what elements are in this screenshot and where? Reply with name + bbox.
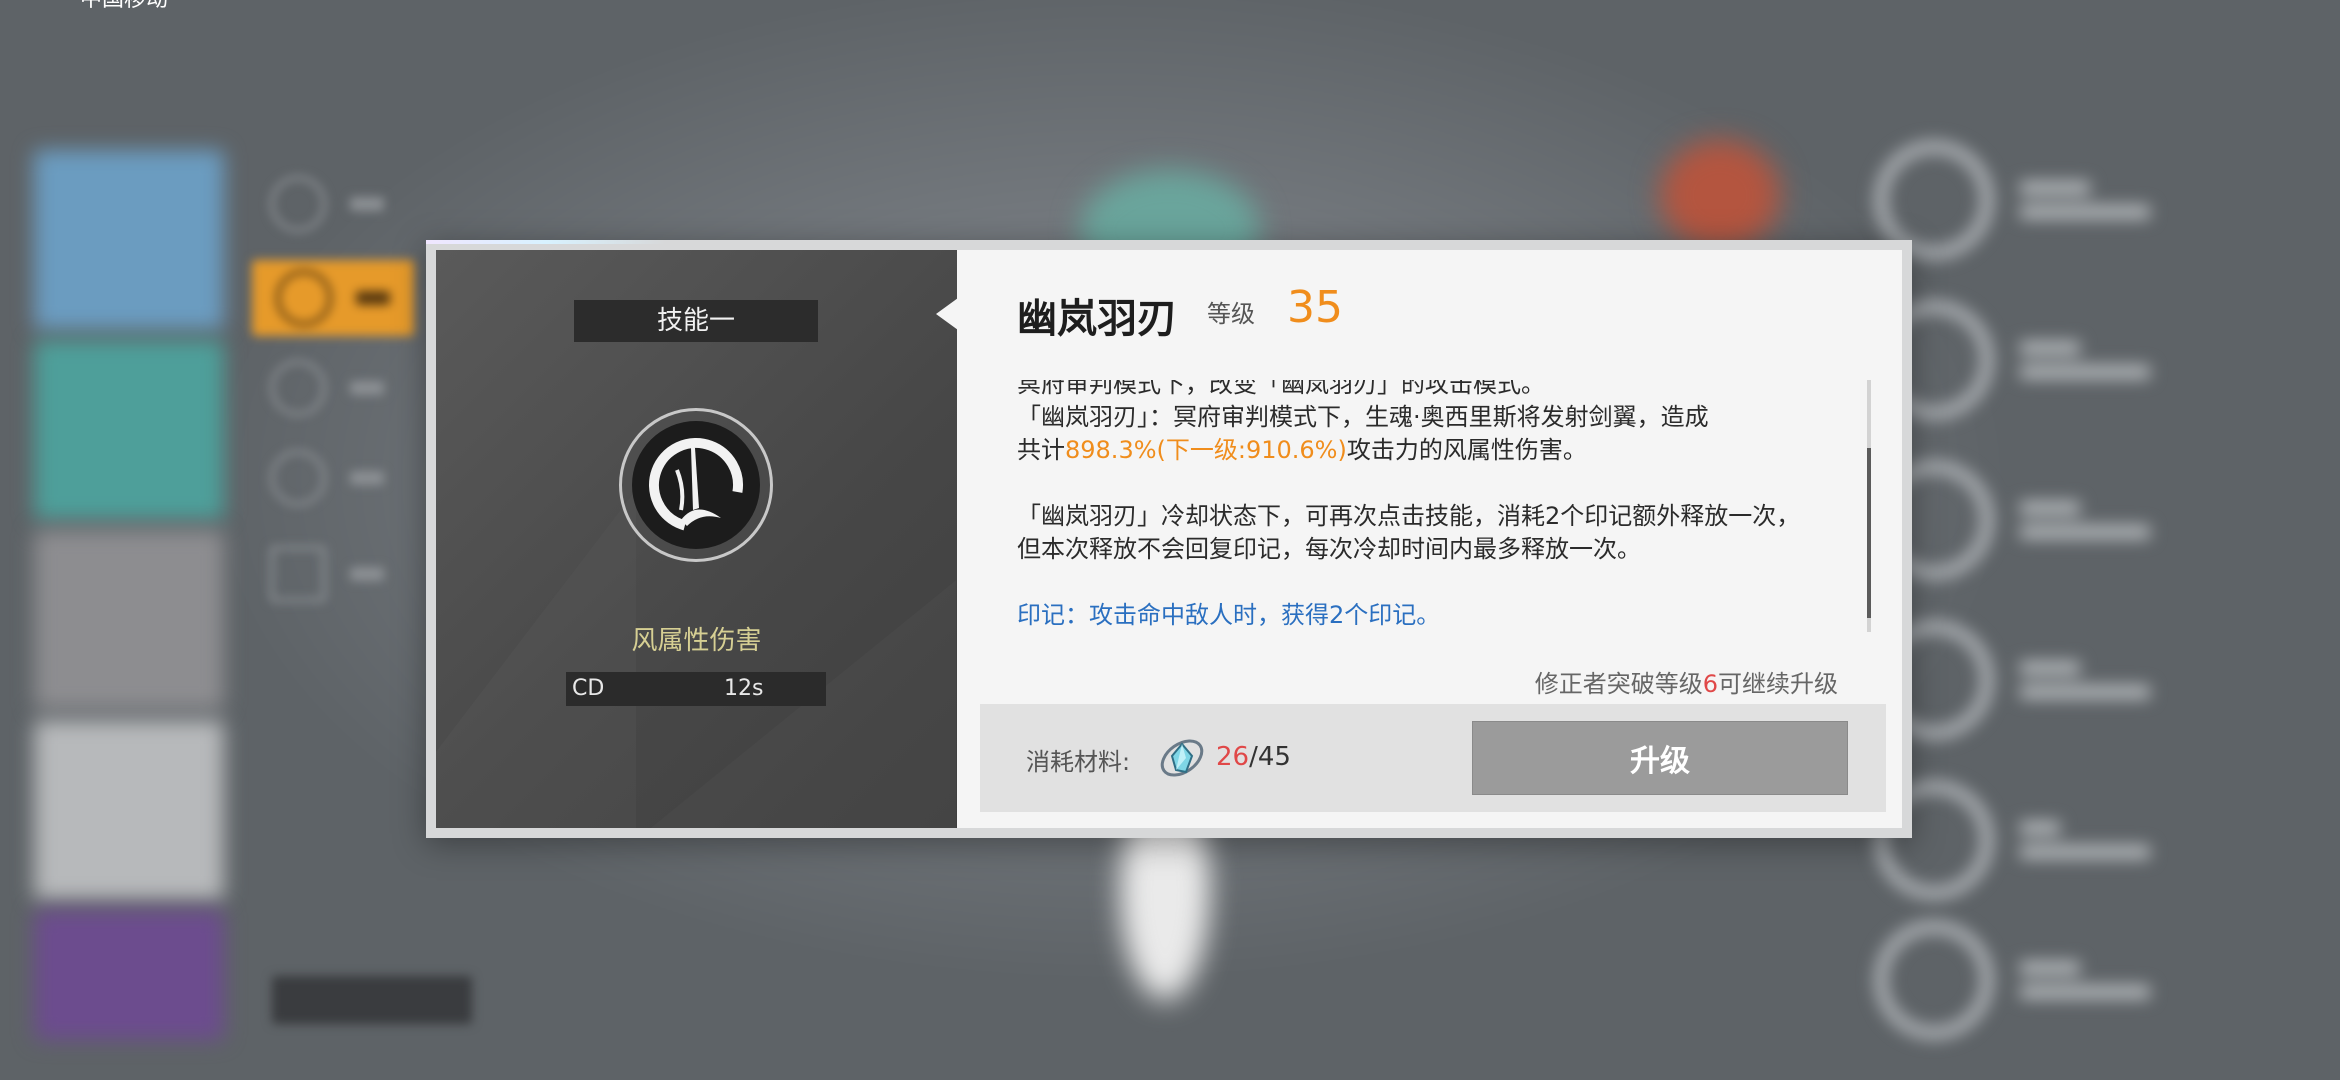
wing-blade-icon <box>649 438 743 532</box>
description-line: 共计898.3%(下一级:910.6%)攻击力的风属性伤害。 <box>1017 434 1807 467</box>
skill-detail-panel: 幽岚羽刃 等级 35 冥府审判模式下，改变「幽岚羽刃」的攻击模式。 「幽岚羽刃」… <box>957 250 1902 828</box>
damage-multiplier: 898.3%(下一级:910.6%) <box>1065 436 1347 464</box>
character-portrait[interactable] <box>34 150 224 330</box>
skill-description[interactable]: 冥府审判模式下，改变「幽岚羽刃」的攻击模式。 「幽岚羽刃」：冥府审判模式下，生魂… <box>1017 380 1807 662</box>
level-label: 等级 <box>1207 300 1255 328</box>
description-line: 冥府审判模式下，改变「幽岚羽刃」的攻击模式。 <box>1017 380 1545 398</box>
character-portrait[interactable] <box>34 720 224 900</box>
back-button-bg[interactable] <box>272 976 472 1024</box>
material-label: 消耗材料: <box>1026 748 1131 776</box>
description-scrollbar[interactable] <box>1867 380 1871 632</box>
requirement-text: 可继续升级 <box>1718 670 1838 698</box>
material-owned: 26 <box>1216 742 1250 772</box>
skill-slot[interactable] <box>1874 300 2150 420</box>
material-crystal-icon[interactable] <box>1156 732 1208 784</box>
character-portrait[interactable] <box>34 340 224 520</box>
skill-icon <box>619 408 773 562</box>
description-line: 「幽岚羽刃」：冥府审判模式下，生魂·奥西里斯将发射剑翼，造成 <box>1017 403 1709 431</box>
cooldown-bar: CD 12s <box>566 672 826 706</box>
nav-item[interactable] <box>270 450 384 506</box>
skill-slot[interactable] <box>1874 140 2150 260</box>
material-count: 26/45 <box>1216 742 1291 772</box>
character-portrait[interactable] <box>34 530 224 710</box>
nav-item[interactable] <box>270 360 384 416</box>
character-portrait[interactable] <box>34 910 224 1040</box>
description-text: 攻击力的风属性伤害。 <box>1346 436 1587 464</box>
cooldown-label: CD <box>572 676 605 701</box>
skill-detail-dialog: 技能一 风属性伤害 CD 12s 幽岚羽刃 等级 35 冥府审判模式下，改变「幽… <box>426 240 1912 838</box>
requirement-text: 修正者突破等级 <box>1534 670 1703 698</box>
material-required: /45 <box>1249 742 1291 772</box>
skill-slot[interactable] <box>1874 460 2150 580</box>
skill-summary-panel: 技能一 风属性伤害 CD 12s <box>436 250 957 828</box>
skill-slot-tag: 技能一 <box>574 300 818 342</box>
description-paragraph: 「幽岚羽刃」冷却状态下，可再次点击技能，消耗2个印记额外释放一次，但本次释放不会… <box>1017 502 1801 563</box>
status-bar: 中国移动 <box>80 0 168 12</box>
skill-slot[interactable] <box>1874 780 2150 900</box>
requirement-level: 6 <box>1702 670 1718 698</box>
skill-slot[interactable] <box>1874 920 2150 1040</box>
level-value: 35 <box>1287 282 1343 333</box>
carrier-label: 中国移动 <box>80 0 168 12</box>
nav-item-active[interactable] <box>252 260 414 336</box>
cooldown-value: 12s <box>724 676 764 701</box>
nav-item[interactable] <box>270 546 384 602</box>
upgrade-button[interactable]: 升级 <box>1472 721 1848 795</box>
dialog-highlight <box>426 240 666 244</box>
skill-slot[interactable] <box>1874 620 2150 740</box>
description-text: 共计 <box>1017 436 1065 464</box>
damage-element-label: 风属性伤害 <box>631 626 762 656</box>
upgrade-cost-bar: 消耗材料: 26/45 升级 <box>980 704 1886 812</box>
nav-item[interactable] <box>270 176 384 232</box>
upgrade-requirement: 修正者突破等级6可继续升级 <box>1535 664 1838 699</box>
panel-pointer <box>936 298 958 330</box>
skill-name: 幽岚羽刃 <box>1017 296 1177 342</box>
mark-description: 印记：攻击命中敌人时，获得2个印记。 <box>1017 601 1441 629</box>
